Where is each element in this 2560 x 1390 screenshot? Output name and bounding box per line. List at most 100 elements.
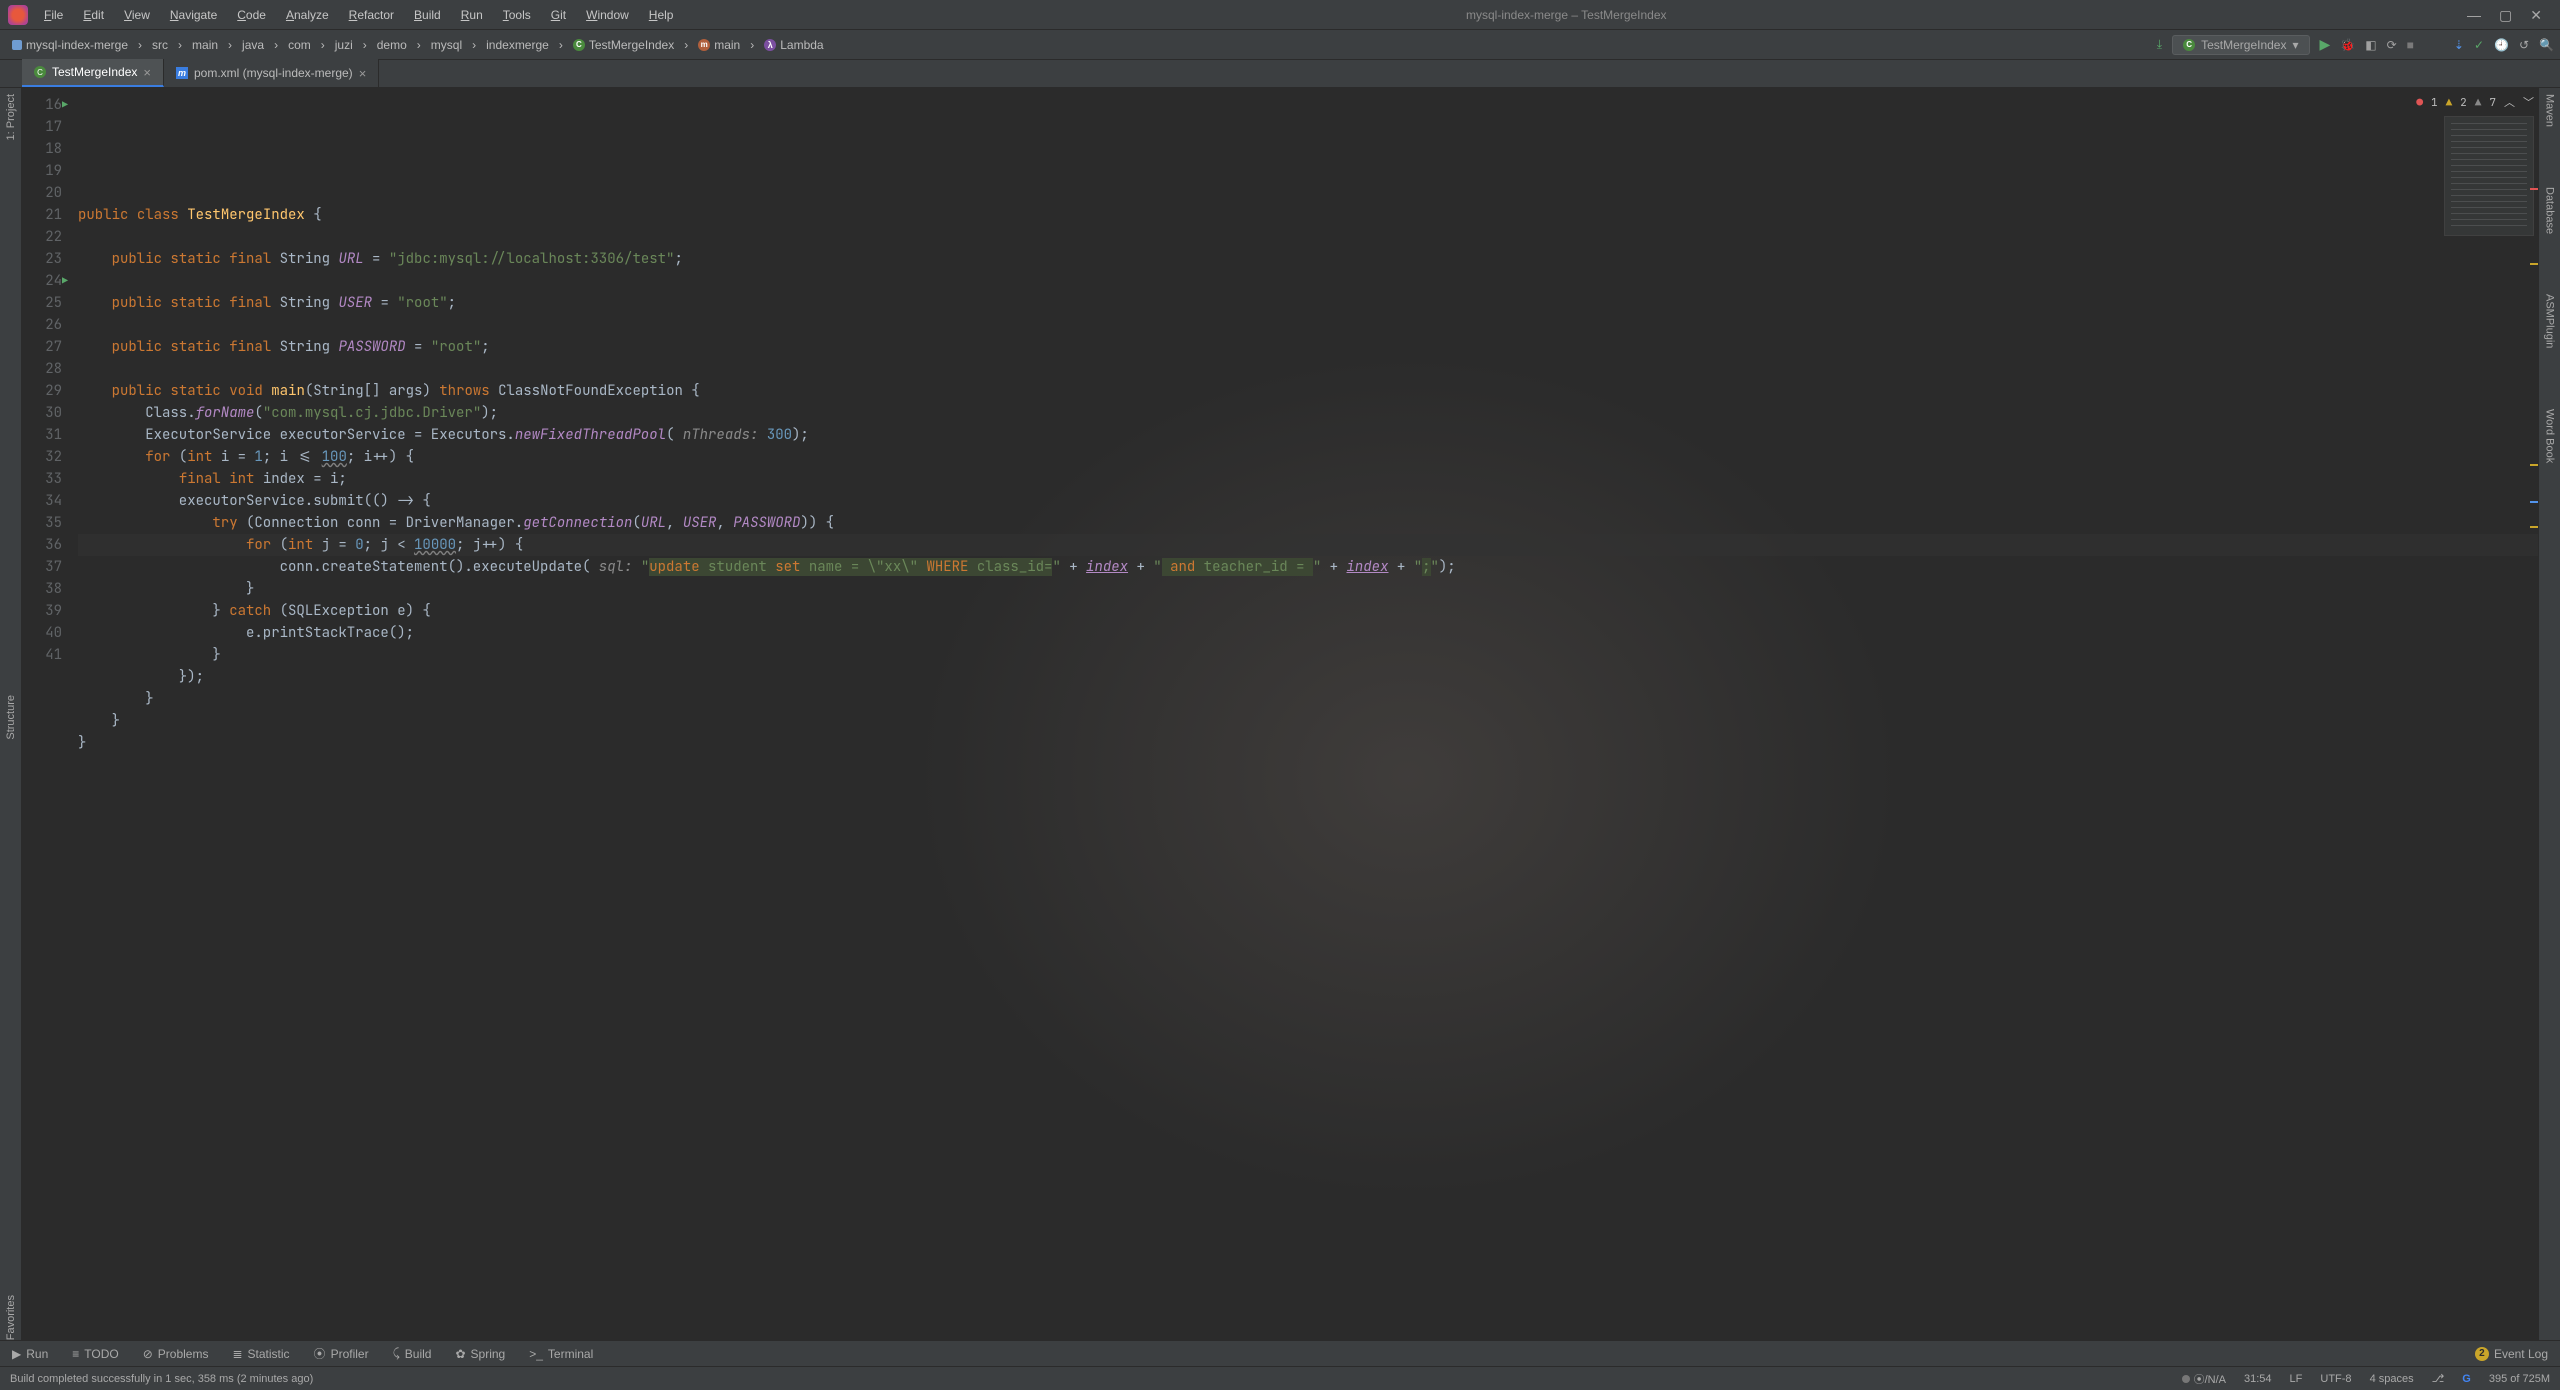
run-button-icon[interactable]: ▶	[2320, 36, 2331, 53]
gutter-line[interactable]: 26	[22, 314, 62, 336]
code-area[interactable]: ●1 ▲2 ▲7 ︿ ﹀ public class TestMergeIndex…	[78, 88, 2538, 1340]
breadcrumb-mysql-index-merge[interactable]: mysql-index-merge	[6, 36, 134, 54]
tool-tab-profiler[interactable]: ⦿ Profiler	[314, 1345, 369, 1362]
menu-analyze[interactable]: Analyze	[276, 2, 339, 28]
menu-edit[interactable]: Edit	[73, 2, 114, 28]
code-line[interactable]	[78, 270, 2538, 292]
line-separator[interactable]: LF	[2290, 1373, 2303, 1385]
git-branch-icon[interactable]: ⎇	[2432, 1372, 2445, 1385]
code-line[interactable]: public static void main(String[] args) t…	[78, 380, 2538, 402]
code-line[interactable]: public static final String PASSWORD = "r…	[78, 336, 2538, 358]
tool-tab-run[interactable]: ▶ Run	[12, 1345, 48, 1362]
git-rollback-icon[interactable]: ↺	[2519, 38, 2529, 52]
menu-code[interactable]: Code	[227, 2, 276, 28]
code-line[interactable]: public static final String URL = "jdbc:m…	[78, 248, 2538, 270]
breadcrumb-main[interactable]: main	[186, 36, 224, 54]
gutter-line[interactable]: 31	[22, 424, 62, 446]
google-icon[interactable]: G	[2462, 1373, 2471, 1385]
breadcrumb-demo[interactable]: demo	[371, 36, 413, 54]
code-line[interactable]: }	[78, 688, 2538, 710]
left-tool-favorites[interactable]: Favorites	[5, 1295, 17, 1340]
gutter-line[interactable]: ▶16	[22, 94, 62, 116]
breadcrumb-com[interactable]: com	[282, 36, 317, 54]
gutter-line[interactable]: 21	[22, 204, 62, 226]
breadcrumb[interactable]: mysql-index-merge›src›main›java›com›juzi…	[6, 36, 830, 54]
gutter-line[interactable]: 34	[22, 490, 62, 512]
gutter-line[interactable]: 37	[22, 556, 62, 578]
menu-view[interactable]: View	[114, 2, 160, 28]
editor-tab-pomxml[interactable]: m pom.xml (mysql-index-merge) ×	[164, 59, 379, 87]
gutter-line[interactable]: 36	[22, 534, 62, 556]
profile-button-icon[interactable]: ⟳	[2387, 38, 2397, 52]
build-icon[interactable]: ⤓	[2157, 37, 2162, 52]
gutter-line[interactable]: 38	[22, 578, 62, 600]
gutter-line[interactable]: 29	[22, 380, 62, 402]
power-save-status[interactable]: ⦿/N/A	[2182, 1371, 2226, 1387]
code-line[interactable]: final int index = i;	[78, 468, 2538, 490]
menu-navigate[interactable]: Navigate	[160, 2, 227, 28]
gutter-line[interactable]: 19	[22, 160, 62, 182]
code-line[interactable]: conn.createStatement().executeUpdate( sq…	[78, 556, 2538, 578]
left-tool-project[interactable]: 1: Project	[5, 94, 17, 140]
gutter-run-icon[interactable]: ▶	[62, 94, 68, 116]
menu-git[interactable]: Git	[541, 2, 576, 28]
breadcrumb-src[interactable]: src	[146, 36, 174, 54]
gutter-line[interactable]: 28	[22, 358, 62, 380]
code-line[interactable]	[78, 314, 2538, 336]
editor-tab-TestMergeIndex[interactable]: C TestMergeIndex ×	[22, 59, 164, 87]
indent-setting[interactable]: 4 spaces	[2370, 1373, 2414, 1385]
tool-tab-spring[interactable]: ✿ Spring	[455, 1345, 505, 1362]
right-tool-word-book[interactable]: Word Book	[2544, 409, 2556, 463]
code-line[interactable]: public class TestMergeIndex {	[78, 204, 2538, 226]
tool-tab-build[interactable]: ⤹ Build	[393, 1345, 432, 1362]
gutter-line[interactable]: 33	[22, 468, 62, 490]
breadcrumb-juzi[interactable]: juzi	[329, 36, 359, 54]
gutter-line[interactable]: 22	[22, 226, 62, 248]
gutter-run-icon[interactable]: ▶	[62, 270, 68, 292]
git-update-icon[interactable]: ⇣	[2454, 38, 2464, 52]
breadcrumb-java[interactable]: java	[236, 36, 270, 54]
breadcrumb-mysql[interactable]: mysql	[425, 36, 468, 54]
gutter-line[interactable]: 30	[22, 402, 62, 424]
chevron-up-icon[interactable]: ︿	[2504, 92, 2515, 114]
menu-run[interactable]: Run	[451, 2, 493, 28]
close-button[interactable]: ✕	[2530, 8, 2542, 22]
gutter-line[interactable]: 25	[22, 292, 62, 314]
git-history-icon[interactable]: 🕘	[2494, 38, 2509, 52]
gutter-line[interactable]: 18	[22, 138, 62, 160]
breadcrumb-lambda[interactable]: λ Lambda	[758, 36, 829, 54]
code-line[interactable]: e.printStackTrace();	[78, 622, 2538, 644]
tool-tab-statistic[interactable]: ≣ Statistic	[232, 1345, 289, 1362]
menu-refactor[interactable]: Refactor	[339, 2, 404, 28]
tab-close-icon[interactable]: ×	[359, 66, 367, 81]
debug-button-icon[interactable]: 🐞	[2340, 38, 2355, 52]
menu-window[interactable]: Window	[576, 2, 639, 28]
run-configuration-selector[interactable]: C TestMergeIndex ▾	[2172, 35, 2309, 55]
minimize-button[interactable]: —	[2467, 8, 2481, 22]
code-line[interactable]: ExecutorService executorService = Execut…	[78, 424, 2538, 446]
left-tool-structure[interactable]: Structure	[5, 695, 17, 740]
code-editor[interactable]: ▶1617181920212223▶2425262728293031323334…	[22, 88, 2538, 1340]
code-line[interactable]: });	[78, 666, 2538, 688]
coverage-button-icon[interactable]: ◧	[2365, 38, 2376, 52]
tab-close-icon[interactable]: ×	[143, 65, 151, 80]
code-line[interactable]: try (Connection conn = DriverManager.get…	[78, 512, 2538, 534]
gutter[interactable]: ▶1617181920212223▶2425262728293031323334…	[22, 88, 78, 1340]
code-line[interactable]: for (int i = 1; i <= 100; i++) {	[78, 446, 2538, 468]
gutter-line[interactable]: 17	[22, 116, 62, 138]
code-line[interactable]: }	[78, 644, 2538, 666]
code-line[interactable]: Class.forName("com.mysql.cj.jdbc.Driver"…	[78, 402, 2538, 424]
code-line[interactable]: public static final String USER = "root"…	[78, 292, 2538, 314]
menu-file[interactable]: File	[34, 2, 73, 28]
code-line[interactable]	[78, 226, 2538, 248]
code-line[interactable]	[78, 754, 2538, 776]
code-line[interactable]: } catch (SQLException e) {	[78, 600, 2538, 622]
gutter-line[interactable]: ▶24	[22, 270, 62, 292]
gutter-line[interactable]: 32	[22, 446, 62, 468]
code-minimap[interactable]	[2444, 116, 2534, 236]
tool-tab-terminal[interactable]: >_ Terminal	[529, 1345, 593, 1362]
gutter-line[interactable]: 27	[22, 336, 62, 358]
menu-help[interactable]: Help	[639, 2, 684, 28]
cursor-position[interactable]: 31:54	[2244, 1373, 2272, 1385]
memory-indicator[interactable]: 395 of 725M	[2489, 1373, 2550, 1385]
